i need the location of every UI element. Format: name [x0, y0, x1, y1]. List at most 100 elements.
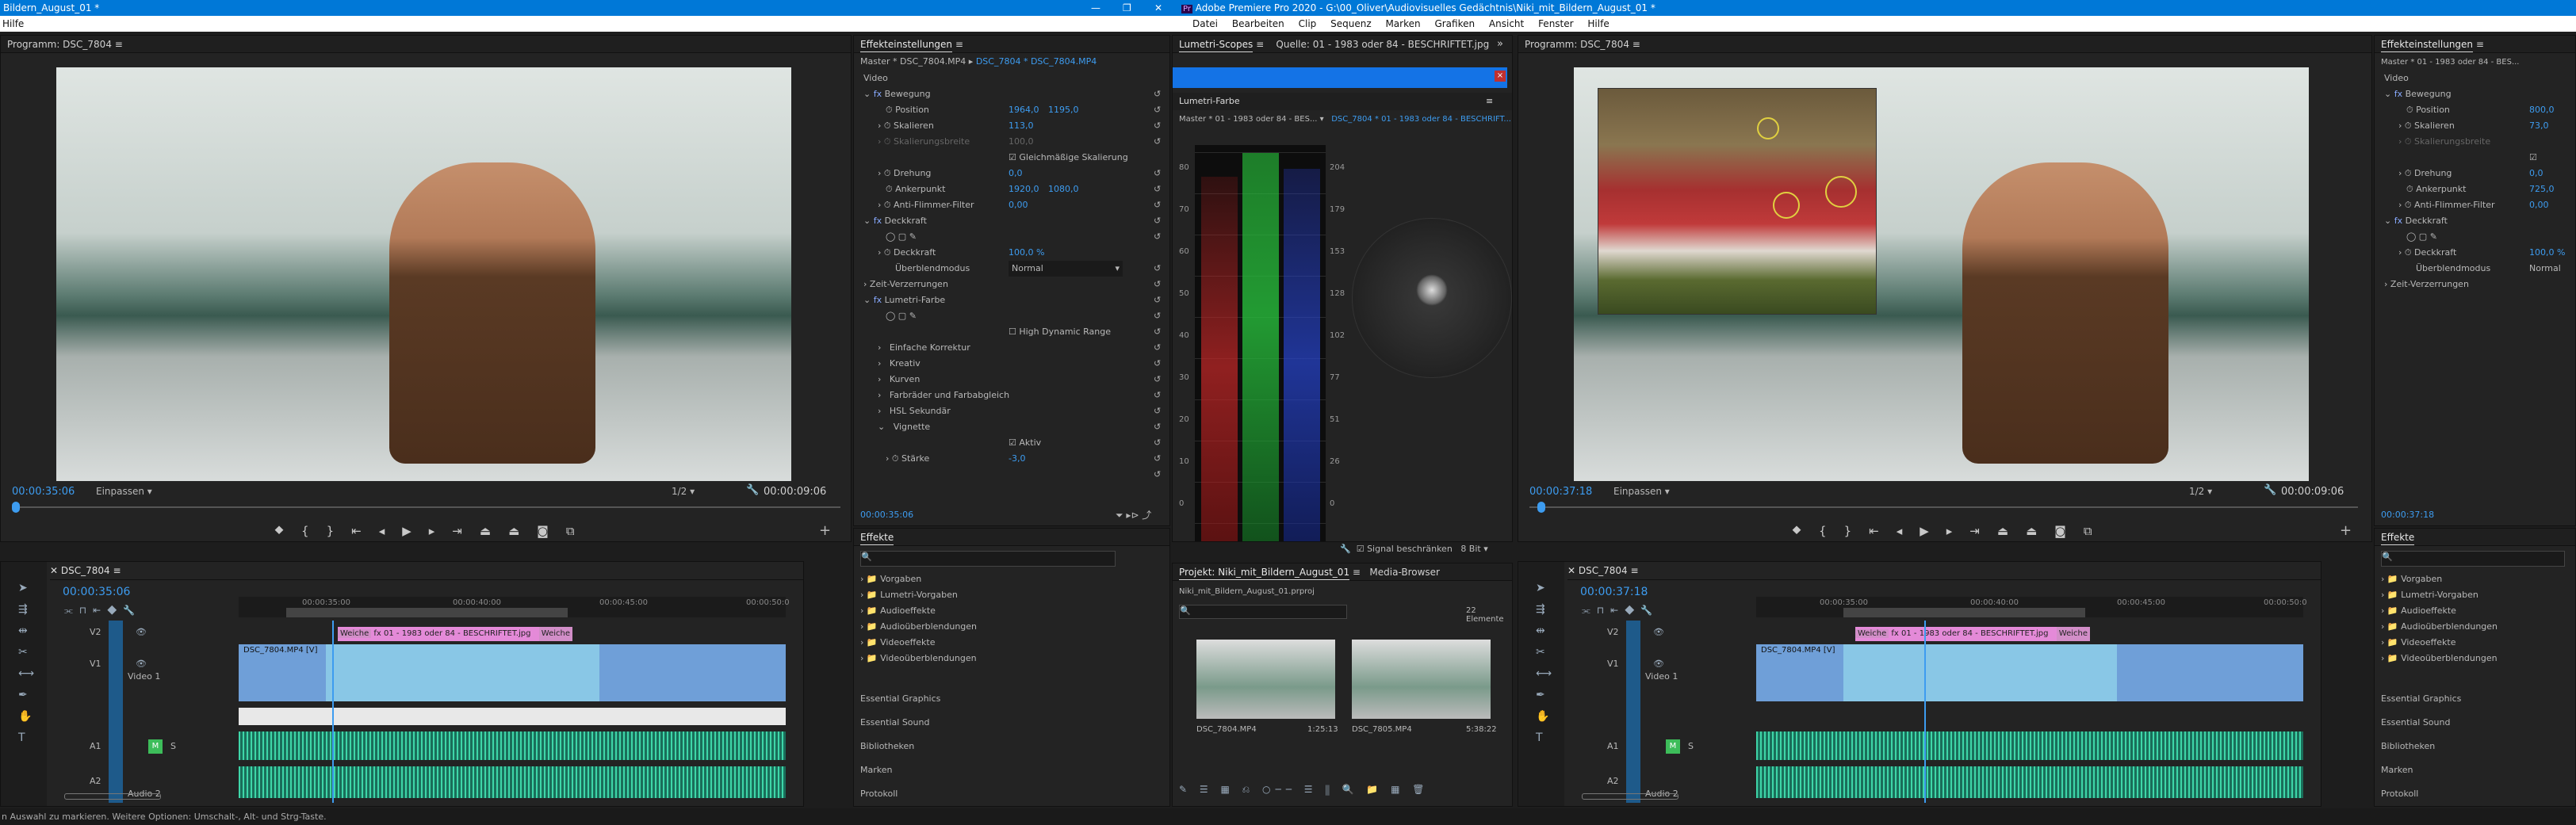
resolution-dropdown-right[interactable]: 1/2 ▾ — [2189, 486, 2212, 497]
effects-search-input[interactable]: 🔍 — [860, 551, 1116, 567]
timeline-left-toolbar[interactable]: ⫘⊓⇤⯁🔧 — [64, 605, 141, 617]
thumbnail-dsc7804[interactable] — [1196, 640, 1335, 719]
slip-icon[interactable]: ⟷ — [18, 663, 34, 685]
photo-clip-v2-right[interactable]: Weiche fx 01 - 1983 oder 84 - BESCHRIFTE… — [1855, 627, 2090, 641]
scrub-bar[interactable] — [12, 506, 840, 508]
tools-column-right[interactable]: ➤ ⇶ ⇹ ✂ ⟷ ✒ ✋ T — [1536, 578, 1552, 749]
ec-sub-0[interactable]: › Einfache Korrektur — [854, 340, 1169, 356]
ec-deckkraft[interactable]: ⌄ fx Deckkraft — [854, 213, 1169, 229]
signal-checkbox[interactable]: ☑ Signal beschränken — [1357, 544, 1453, 554]
in-point-icon[interactable]: { — [301, 524, 327, 538]
ecr-mask-tools[interactable]: ◯ ▢ ✎ — [2375, 229, 2575, 245]
menu-ansicht[interactable]: Ansicht — [1489, 18, 1524, 29]
compare-icon[interactable]: ⧉ — [2084, 524, 2110, 538]
ec-footer-icons[interactable]: ⏷ ▸⊳ ⤴ — [1116, 508, 1151, 521]
effects-item[interactable]: › 📁 Lumetri-Vorgaben — [860, 587, 1162, 603]
position-x-value[interactable]: 1964,0 — [1009, 102, 1039, 118]
video-clip-v1-right[interactable]: DSC_7804.MP4 [V] — [1756, 644, 2303, 701]
marker-icon[interactable]: ⯁ — [1792, 524, 1819, 538]
effects-item[interactable]: › 📁 Videoeffekte — [2381, 635, 2571, 651]
ripple-edit-icon[interactable]: ⇹ — [1536, 621, 1552, 642]
v2-eye-icon[interactable]: 👁 — [1653, 627, 1664, 637]
add-button-icon-right[interactable]: + — [2340, 522, 2352, 539]
track-target-column[interactable] — [109, 621, 123, 803]
ec-aktiv-row[interactable]: ☑ Aktiv — [854, 435, 1169, 451]
track-a1-label[interactable]: A1 — [90, 741, 101, 751]
ec-bewegung[interactable]: ⌄ fx Bewegung — [854, 86, 1169, 102]
timeline-left-ruler[interactable]: 00:00:35:00 00:00:40:00 00:00:45:00 00:0… — [239, 597, 790, 617]
in-point-icon[interactable]: { — [1819, 524, 1844, 538]
ec-sub-4[interactable]: › HSL Sekundär — [854, 403, 1169, 419]
hand-icon[interactable]: ✋ — [18, 706, 34, 728]
mute-button-right[interactable]: M — [1666, 739, 1680, 754]
add-button-icon[interactable]: + — [819, 522, 831, 539]
track-a2-label[interactable]: A2 — [90, 776, 101, 786]
effects-item[interactable]: › 📁 Vorgaben — [860, 571, 1162, 587]
fit-dropdown-right[interactable]: Einpassen ▾ — [1613, 486, 1670, 497]
effects-item[interactable]: › 📁 Vorgaben — [2381, 571, 2571, 587]
slip-icon[interactable]: ⟷ — [1536, 663, 1552, 685]
menu-clip[interactable]: Clip — [1299, 18, 1317, 29]
video-frame-right[interactable] — [1574, 67, 2309, 481]
ec-sub-1[interactable]: › Kreativ — [854, 356, 1169, 372]
lumetri-master-row[interactable]: Master * 01 - 1983 oder 84 - BES... ▾ DS… — [1179, 115, 1511, 124]
scrub-playhead-right[interactable] — [1537, 502, 1545, 513]
playhead-timecode-right[interactable]: 00:00:37:18 — [1529, 486, 1592, 498]
bit-dropdown[interactable]: 8 Bit ▾ — [1460, 544, 1487, 554]
track-v2-label[interactable]: V2 — [90, 627, 101, 637]
play-icon[interactable]: ▶ — [402, 524, 429, 538]
out-point-icon[interactable]: } — [1844, 524, 1870, 538]
effects-item[interactable]: › 📁 Videoeffekte — [860, 635, 1162, 651]
type-tool-icon[interactable]: T — [1536, 728, 1552, 749]
step-forward-icon[interactable]: ▸ — [1946, 524, 1970, 538]
lift-icon[interactable]: ⏏ — [1997, 524, 2026, 538]
skalieren-value[interactable]: 113,0 — [1009, 118, 1034, 134]
menu-help-left[interactable]: Hilfe — [2, 18, 24, 29]
menu-bearbeiten[interactable]: Bearbeiten — [1232, 18, 1284, 29]
marker-icon[interactable]: ⯁ — [274, 524, 301, 538]
effects-item[interactable]: › 📁 Audioeffekte — [2381, 603, 2571, 619]
razor-icon[interactable]: ✂ — [18, 642, 34, 663]
pen-icon[interactable]: ✒ — [1536, 685, 1552, 706]
video-clip-v1[interactable]: DSC_7804.MP4 [V] — [239, 644, 786, 701]
menu-grafiken[interactable]: Grafiken — [1434, 18, 1475, 29]
step-forward-icon[interactable]: ▸ — [429, 524, 453, 538]
out-point-icon[interactable]: } — [327, 524, 352, 538]
reset-icons[interactable]: ↺ ↺ ↺ ↺ ↺ ↺ ↺ ↺ ↺ ↺ ↺ ↺ ↺ ↺ ↺ ↺ ↺ ↺ ↺ ↺ ↺ ↺ ↺ — [1154, 86, 1163, 479]
ec-hdr-row[interactable]: ☐ High Dynamic Range — [854, 324, 1169, 340]
transport-controls[interactable]: ⯁{}⇤◂▶▸⇥⏏⏏◙⧉ — [274, 524, 592, 538]
ripple-edit-icon[interactable]: ⇹ — [18, 621, 34, 642]
photo-clip-v2[interactable]: Weiche fx 01 - 1983 oder 84 - BESCHRIFTE… — [338, 627, 572, 641]
menu-marken[interactable]: Marken — [1385, 18, 1420, 29]
camera-icon[interactable]: ◙ — [2054, 524, 2084, 538]
effects-item[interactable]: › 📁 Audioüberblendungen — [2381, 619, 2571, 635]
v2-eye-icon[interactable]: 👁 — [136, 627, 147, 637]
timeline-right-ruler[interactable]: 00:00:35:00 00:00:40:00 00:00:45:00 00:0… — [1756, 597, 2307, 617]
menu-sequenz[interactable]: Sequenz — [1330, 18, 1372, 29]
ec-gleich-row[interactable]: ☑ Gleichmäßige Skalierung — [854, 150, 1169, 166]
v1-eye-icon[interactable]: 👁 — [1653, 659, 1664, 669]
go-to-in-icon[interactable]: ⇤ — [351, 524, 379, 538]
go-to-in-icon[interactable]: ⇤ — [1869, 524, 1897, 538]
effects-right-search-input[interactable]: 🔍 — [2381, 551, 2565, 567]
source-tab[interactable]: Quelle: 01 - 1983 oder 84 - BESCHRIFTET.… — [1276, 39, 1489, 50]
essential-sound-tab[interactable]: Essential Sound — [860, 711, 1162, 735]
audio-clip-a1-right[interactable] — [1756, 731, 2303, 760]
history-tab[interactable]: Protokoll — [860, 782, 1162, 806]
playhead-timecode[interactable]: 00:00:35:06 — [12, 486, 75, 498]
solo-button[interactable]: S — [170, 741, 176, 751]
ecr-master[interactable]: Master * 01 - 1983 oder 84 - BES... — [2381, 58, 2520, 67]
mute-button[interactable]: M — [148, 739, 163, 754]
timeline-right-timecode[interactable]: 00:00:37:18 — [1580, 586, 1648, 598]
ec-zeit[interactable]: › Zeit-Verzerrungen — [854, 277, 1169, 292]
track-select-icon[interactable]: ⇶ — [1536, 599, 1552, 621]
ec-lumetri-mask-tools[interactable]: ◯ ▢ ✎ — [854, 308, 1169, 324]
timeline-right-scrollbar[interactable] — [1582, 793, 2295, 800]
type-tool-icon[interactable]: T — [18, 728, 34, 749]
camera-icon[interactable]: ◙ — [537, 524, 566, 538]
effects-item[interactable]: › 📁 Videoüberblendungen — [860, 651, 1162, 666]
thumbnail-dsc7805[interactable] — [1352, 640, 1491, 719]
audio-clip-a1[interactable] — [239, 731, 786, 760]
tools-column[interactable]: ➤ ⇶ ⇹ ✂ ⟷ ✒ ✋ T — [18, 578, 34, 749]
wrench-icon[interactable]: 🔧 — [746, 484, 759, 496]
